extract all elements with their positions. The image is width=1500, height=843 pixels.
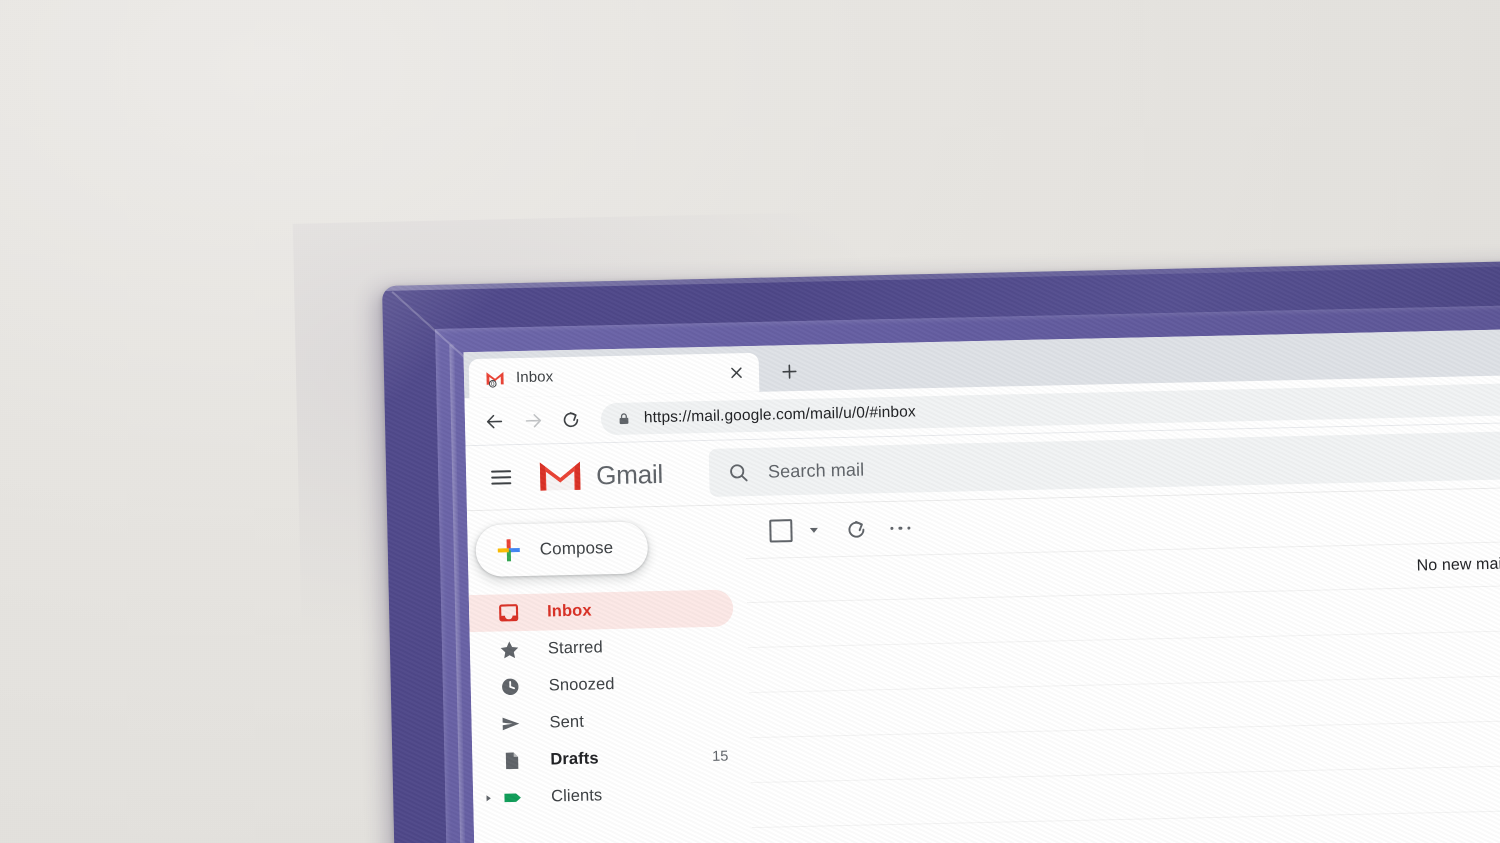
sidebar-item-label: Drafts	[550, 749, 599, 769]
inbox-tray-icon	[497, 602, 519, 624]
lock-icon	[617, 411, 633, 425]
reload-button[interactable]	[553, 401, 590, 438]
sidebar-item-count: 15	[712, 748, 729, 765]
sidebar-nav-list: Inbox Starred Snoozed Sent Drafts 15 Cli…	[468, 589, 752, 817]
address-bar-text: https://mail.google.com/mail/u/0/#inbox	[643, 402, 916, 426]
gmail-m-icon: 0	[485, 368, 505, 388]
scene-root: 0 Inbox https://mail.google.com/mail/u/0…	[0, 0, 1500, 843]
sidebar-item-label: Starred	[547, 638, 603, 658]
arrow-left-icon	[486, 414, 503, 428]
screen-display: 0 Inbox https://mail.google.com/mail/u/0…	[463, 327, 1500, 843]
refresh-icon	[563, 411, 579, 427]
more-options-button[interactable]	[887, 513, 914, 544]
hamburger-icon[interactable]	[478, 454, 525, 501]
clock-icon	[499, 676, 521, 698]
send-icon	[499, 713, 521, 735]
refresh-icon	[848, 520, 865, 538]
search-placeholder: Search mail	[767, 459, 865, 482]
sidebar-item-label: Snoozed	[548, 675, 615, 695]
sidebar-item-drafts[interactable]: Drafts 15	[472, 737, 737, 780]
chevron-right-icon[interactable]	[483, 793, 493, 803]
compose-button[interactable]: Compose	[475, 521, 649, 578]
arrow-right-icon	[525, 413, 542, 427]
gmail-brand-name: Gmail	[595, 458, 664, 490]
sidebar-item-starred[interactable]: Starred	[470, 626, 735, 669]
browser-tab-title: Inbox	[515, 368, 554, 387]
chevron-down-icon	[809, 527, 818, 533]
select-all-dropdown[interactable]	[808, 525, 819, 536]
sidebar-item-clients[interactable]: Clients	[473, 774, 738, 817]
monitor-bezel: 0 Inbox https://mail.google.com/mail/u/0…	[382, 259, 1500, 843]
search-icon	[727, 460, 751, 484]
search-input[interactable]: Search mail	[708, 429, 1500, 497]
tab-badge-count: 0	[491, 380, 495, 387]
label-tag-icon	[501, 787, 523, 809]
new-tab-button[interactable]	[774, 356, 805, 387]
checkbox-icon	[769, 519, 793, 543]
compose-label: Compose	[539, 538, 614, 559]
close-icon[interactable]	[725, 362, 747, 384]
sidebar-item-snoozed[interactable]: Snoozed	[470, 663, 735, 706]
back-button[interactable]	[477, 403, 514, 440]
star-icon	[498, 639, 520, 661]
plus-icon	[781, 364, 797, 379]
document-icon	[500, 750, 522, 772]
google-plus-icon	[496, 537, 523, 564]
gmail-body: Compose Inbox Starred Snoozed Sent Draft…	[466, 486, 1500, 843]
gmail-m-logo	[538, 459, 583, 494]
sidebar-item-inbox[interactable]: Inbox	[468, 589, 734, 633]
more-vertical-icon	[889, 526, 894, 531]
sidebar-item-label: Inbox	[546, 601, 592, 621]
sidebar-item-label: Clients	[550, 786, 603, 806]
sidebar-item-sent[interactable]: Sent	[471, 700, 736, 743]
gmail-main-pane: No new mail!	[744, 486, 1500, 843]
gmail-brand[interactable]: Gmail	[538, 457, 664, 494]
sidebar-item-label: Sent	[549, 712, 585, 732]
gmail-sidebar: Compose Inbox Starred Snoozed Sent Draft…	[466, 505, 753, 843]
browser-tab-inbox[interactable]: 0 Inbox	[468, 352, 760, 399]
bezel-top-highlight	[382, 259, 1500, 291]
select-all-checkbox[interactable]	[769, 519, 793, 543]
no-mail-status-text: No new mail!	[1416, 554, 1500, 574]
refresh-button[interactable]	[841, 514, 872, 545]
forward-button[interactable]	[515, 402, 552, 439]
